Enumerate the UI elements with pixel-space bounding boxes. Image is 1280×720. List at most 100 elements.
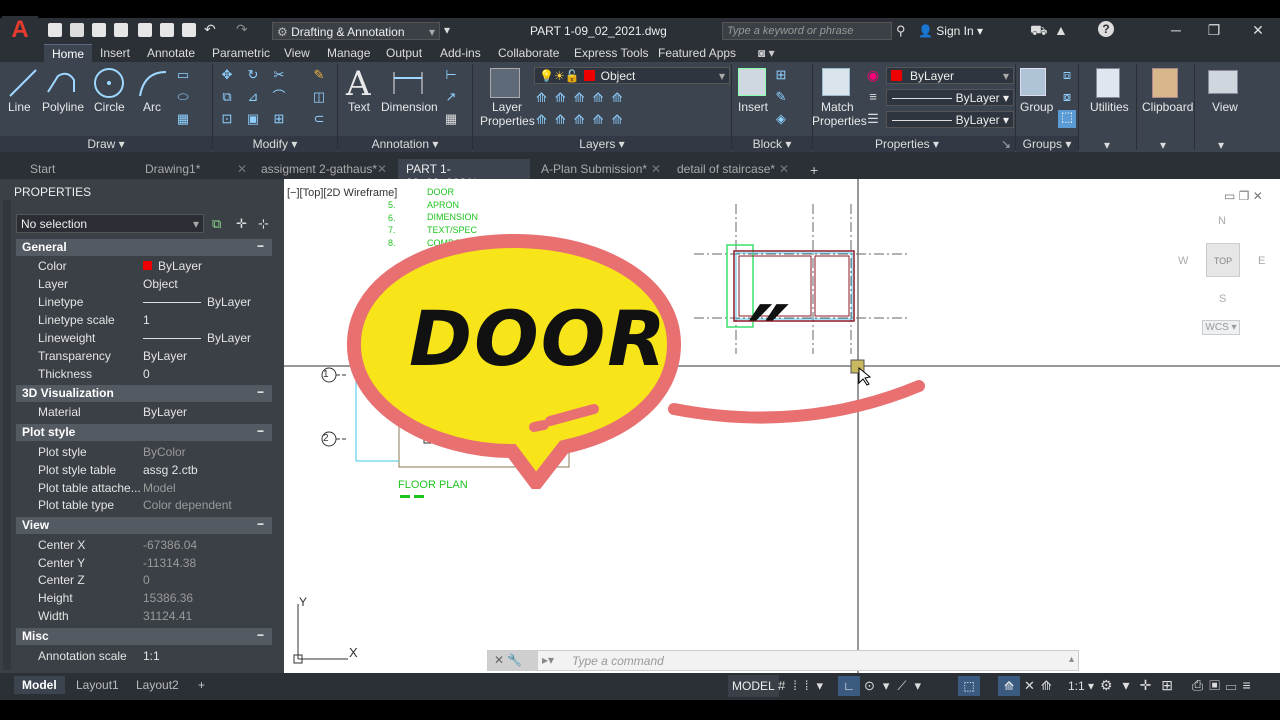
offset-icon[interactable]: ⊂ (312, 112, 326, 126)
scale-icon[interactable]: ▣ (246, 112, 260, 126)
text-label[interactable]: Text (348, 100, 370, 114)
plot-icon[interactable] (160, 23, 174, 37)
doc-tab-aplan[interactable]: A-Plan Submission* ✕ (533, 159, 667, 179)
stretch-icon[interactable]: ⊡ (220, 112, 234, 126)
layer-properties-label-1[interactable]: Layer (492, 100, 522, 114)
ribbon-options-icon[interactable]: ◙ ▾ (758, 46, 775, 60)
section-misc[interactable]: Misc − (16, 628, 272, 645)
section-general[interactable]: General − (16, 239, 272, 256)
command-prompt-icon[interactable]: ▸▾ (542, 653, 554, 667)
linetype-icon[interactable]: ≡ (866, 90, 880, 104)
polar-osnap-icons[interactable]: ⊙▾⟋▾ (864, 678, 929, 694)
line-icon[interactable] (6, 66, 40, 100)
restore-button[interactable]: ❐ (1198, 20, 1230, 40)
undo-icon[interactable]: ↶ (204, 21, 216, 38)
annotation-panel-title[interactable]: Annotation ▾ (338, 136, 472, 152)
tab-model[interactable]: Model (14, 676, 65, 694)
prop-value-lineweight[interactable]: ByLayer (143, 331, 251, 345)
circle-label[interactable]: Circle (94, 100, 125, 114)
line-label[interactable]: Line (8, 100, 31, 114)
groups-panel-title[interactable]: Groups ▾ (1016, 136, 1078, 152)
compass-north[interactable]: N (1218, 215, 1226, 227)
compass-west[interactable]: W (1178, 255, 1188, 267)
select-objects-icon[interactable]: ✛ (236, 216, 247, 232)
insert-block-icon[interactable] (738, 68, 766, 96)
minimize-button[interactable]: ─ (1160, 20, 1192, 40)
rectangle-icon[interactable]: ▭ (176, 68, 190, 82)
arc-icon[interactable] (136, 66, 170, 100)
close-tab-icon[interactable]: ✕ (651, 162, 661, 176)
prop-value-thickness[interactable]: 0 (143, 367, 150, 381)
tab-view[interactable]: View (284, 46, 310, 60)
tab-collaborate[interactable]: Collaborate (498, 46, 559, 60)
view-icon[interactable] (1208, 70, 1238, 94)
view-label[interactable]: View (1212, 100, 1238, 114)
clipboard-dropdown-icon[interactable]: ▾ (1160, 138, 1166, 152)
rotate-icon[interactable]: ↻ (246, 68, 260, 82)
match-properties-label-1[interactable]: Match (821, 100, 854, 114)
utilities-icon[interactable] (1096, 68, 1120, 98)
table-icon[interactable]: ▦ (444, 112, 458, 126)
move-icon[interactable]: ✥ (220, 68, 234, 82)
palette-sidebar[interactable] (3, 200, 11, 670)
cart-icon[interactable]: ⛟ (1030, 22, 1048, 41)
close-tab-icon[interactable]: ✕ (779, 162, 789, 176)
compass-south[interactable]: S (1219, 293, 1226, 305)
tab-output[interactable]: Output (386, 46, 422, 60)
annotation-scale[interactable]: 1:1 ▾ (1068, 679, 1094, 693)
polyline-label[interactable]: Polyline (42, 100, 84, 114)
circle-icon[interactable] (92, 66, 126, 100)
layer-properties-label-2[interactable]: Properties (480, 114, 535, 128)
clipboard-icon[interactable] (1152, 68, 1178, 98)
modify-panel-title[interactable]: Modify ▾ (213, 136, 337, 152)
ungroup-icon[interactable]: ⧈ (1060, 68, 1074, 82)
tab-add-ins[interactable]: Add-ins (440, 46, 481, 60)
grid-snap-icons[interactable]: #⁞⁞▾ (778, 678, 831, 694)
clipboard-label[interactable]: Clipboard (1142, 100, 1193, 114)
wcs-menu[interactable]: WCS ▾ (1202, 320, 1240, 335)
group-icon[interactable] (1020, 68, 1046, 96)
compass-east[interactable]: E (1258, 255, 1265, 267)
explode-icon[interactable]: ◫ (312, 90, 326, 104)
open-icon[interactable] (70, 23, 84, 37)
prop-value-color[interactable]: ByLayer (143, 259, 202, 273)
qat-menu-icon[interactable]: ▾ (444, 23, 450, 37)
close-tab-icon[interactable]: ✕ (377, 162, 387, 176)
array-icon[interactable]: ⊞ (272, 112, 286, 126)
exchange-icon[interactable]: ▲ (1054, 22, 1068, 38)
erase-icon[interactable]: ✎ (312, 68, 326, 82)
help-icon[interactable]: ? (1098, 21, 1114, 37)
group-edit-icon[interactable]: ⧇ (1060, 90, 1074, 104)
hardware-icons[interactable]: ⎙▣▭≡ (1192, 677, 1257, 694)
hatch-icon[interactable]: ▦ (176, 112, 190, 126)
text-icon[interactable]: A (346, 64, 371, 104)
quick-select-icon[interactable]: ⊹ (258, 216, 269, 232)
save-icon[interactable] (92, 23, 106, 37)
section-plot-style[interactable]: Plot style − (16, 424, 272, 441)
linear-dim-icon[interactable]: ⊢ (444, 68, 458, 82)
layer-tools-row2[interactable]: ⟰⟰⟰⟰⟰ (536, 112, 630, 128)
prop-value-material[interactable]: ByLayer (143, 405, 187, 419)
autocad-logo-icon[interactable]: A (2, 16, 38, 44)
binoculars-icon[interactable]: ⚲ (896, 23, 906, 39)
properties-panel-title[interactable]: Properties ▾ ↘ (813, 136, 1015, 152)
tab-insert[interactable]: Insert (100, 46, 130, 60)
attribute-icon[interactable]: ◈ (774, 112, 788, 126)
prop-value-linetype[interactable]: ByLayer (143, 295, 251, 309)
workspace-tools-icons[interactable]: ⚙▾✛⊞ (1100, 677, 1183, 694)
view-dropdown-icon[interactable]: ▾ (1218, 138, 1224, 152)
lineweight-icon[interactable]: ☰ (866, 112, 880, 126)
prop-value-layer[interactable]: Object (143, 277, 178, 291)
layer-tools-row1[interactable]: ⟰⟰⟰⟰⟰ (536, 90, 630, 106)
trim-icon[interactable]: ✂ (272, 68, 286, 82)
annotation-icons[interactable]: ✕⟰ (1024, 678, 1058, 694)
tab-home[interactable]: Home (44, 44, 93, 62)
tab-express-tools[interactable]: Express Tools (574, 46, 648, 60)
edit-block-icon[interactable]: ✎ (774, 90, 788, 104)
osnap-icon[interactable]: ⬚ (958, 676, 980, 696)
add-layout-button[interactable]: + (190, 676, 213, 694)
command-history-icon[interactable]: ▴ (1069, 654, 1074, 665)
match-properties-label-2[interactable]: Properties (812, 114, 867, 128)
command-input[interactable]: Type a command (572, 654, 664, 668)
dimension-icon[interactable] (390, 68, 426, 98)
